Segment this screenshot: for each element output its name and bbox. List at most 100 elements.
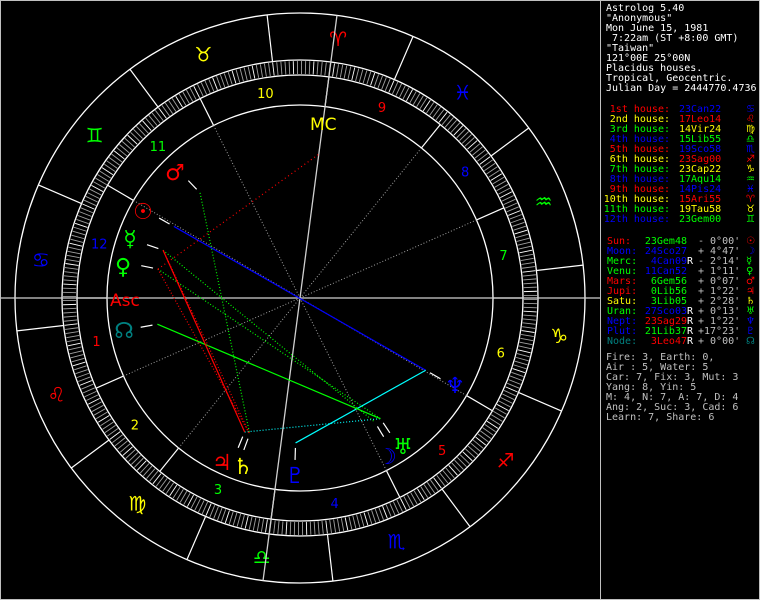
degree-tick	[252, 517, 257, 531]
house-number: 11	[150, 140, 167, 155]
degree-tick	[523, 314, 537, 317]
degree-tick	[467, 445, 479, 455]
degree-tick	[208, 79, 215, 92]
degree-tick	[511, 371, 524, 378]
degree-tick	[85, 196, 98, 203]
degree-tick	[281, 521, 284, 535]
degree-tick	[329, 519, 332, 533]
degree-tick	[465, 448, 476, 459]
degree-tick	[66, 258, 80, 262]
degree-tick	[461, 134, 472, 144]
aspect-line	[162, 249, 376, 423]
sign-glyph-icon: ♐	[496, 449, 514, 473]
degree-tick	[506, 382, 520, 389]
degree-tick	[370, 72, 376, 86]
degree-tick	[244, 515, 249, 529]
degree-tick	[519, 249, 533, 254]
degree-tick	[65, 263, 79, 266]
degree-tick	[65, 327, 79, 330]
degree-tick	[260, 518, 264, 532]
degree-tick	[146, 468, 156, 479]
sign-glyph-icon: ♉	[194, 42, 212, 66]
degree-tick	[200, 82, 208, 95]
sign-glyph-icon: ♈	[329, 27, 347, 51]
house-number: 3	[214, 483, 222, 498]
sign-glyph-icon: ♑	[550, 324, 568, 348]
degree-tick	[522, 322, 536, 325]
planet-icon: ☊	[746, 336, 755, 347]
degree-tick	[265, 519, 268, 533]
degree-tick	[309, 521, 312, 535]
sign-glyph-icon: ♒	[535, 189, 553, 213]
degree-tick	[122, 446, 133, 456]
degree-tick	[71, 234, 85, 240]
degree-tick	[124, 137, 135, 148]
degree-tick	[513, 225, 527, 231]
sign-divider	[266, 14, 274, 62]
aspect-line	[162, 250, 246, 433]
degree-tick	[324, 62, 327, 76]
planet-pointer	[237, 436, 244, 448]
house-cusp-line	[385, 470, 401, 498]
sign-divider	[393, 36, 414, 80]
house-number: 9	[378, 101, 386, 116]
planet-glyph-icon: ☊	[114, 319, 134, 344]
degree-tick	[65, 331, 79, 335]
degree-tick	[142, 120, 152, 131]
planet-glyph-icon: ♃	[212, 451, 232, 476]
degree-tick	[371, 510, 377, 523]
house-cusp-line	[159, 447, 180, 472]
degree-tick	[363, 512, 369, 526]
degree-tick	[521, 330, 535, 333]
degree-tick	[273, 520, 276, 534]
degree-tick	[512, 221, 525, 227]
planet-pointer	[146, 244, 159, 250]
degree-tick	[72, 361, 86, 367]
degree-tick	[308, 61, 311, 75]
aspect-line	[157, 323, 381, 420]
degree-tick	[76, 218, 89, 225]
retrograde-flag: R	[687, 336, 694, 347]
degree-tick	[522, 270, 536, 273]
degree-tick	[344, 517, 349, 531]
degree-tick	[362, 70, 368, 84]
degree-tick	[67, 250, 81, 255]
degree-tick	[198, 500, 205, 513]
degree-tick	[201, 501, 208, 515]
degree-tick	[516, 353, 530, 358]
degree-tick	[343, 65, 348, 79]
planet-pointer	[429, 372, 441, 380]
planet-latitude: + 0°00'	[698, 336, 741, 347]
degree-tick	[509, 375, 523, 381]
degree-tick	[523, 282, 537, 285]
degree-tick	[469, 143, 481, 153]
house-number: 5	[438, 444, 446, 459]
degree-tick	[374, 508, 381, 522]
sign-divider	[326, 534, 334, 582]
degree-tick	[67, 342, 81, 347]
degree-tick	[448, 465, 458, 476]
degree-tick	[451, 462, 461, 473]
degree-tick	[508, 379, 521, 385]
degree-tick	[382, 506, 388, 519]
degree-tick	[523, 306, 537, 309]
degree-tick	[515, 233, 529, 239]
house-cusp-inner	[178, 297, 301, 449]
degree-tick	[119, 443, 131, 453]
degree-tick	[71, 357, 85, 363]
aspect-line	[162, 250, 251, 435]
degree-tick	[64, 319, 78, 322]
planet-pointer	[382, 422, 391, 434]
degree-tick	[316, 61, 319, 75]
degree-tick	[336, 64, 340, 78]
degree-tick	[277, 520, 280, 535]
degree-tick	[133, 457, 144, 468]
planet-pointer	[140, 324, 153, 328]
degree-tick	[518, 245, 532, 250]
degree-tick	[145, 117, 155, 129]
degree-tick	[216, 76, 222, 89]
degree-tick	[72, 230, 86, 236]
degree-tick	[84, 390, 97, 398]
stat-line: Learn: 7, Share: 6	[606, 412, 715, 423]
degree-tick	[505, 202, 518, 209]
